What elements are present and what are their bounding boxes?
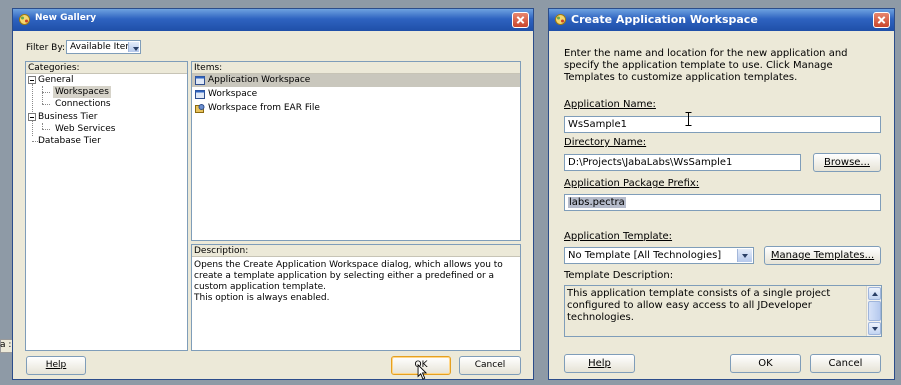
app-name-value: WsSample1: [568, 119, 627, 130]
help-button[interactable]: Help: [26, 356, 86, 375]
scrollbar-thumb[interactable]: [868, 301, 881, 321]
ok-button-label: OK: [758, 358, 773, 369]
cancel-button-label: Cancel: [474, 360, 506, 370]
description-panel: Description: Opens the Create Applicatio…: [191, 244, 521, 351]
description-scrollbar[interactable]: [866, 286, 881, 336]
categories-header: Categories:: [26, 62, 187, 74]
mouse-cursor-icon: [417, 364, 428, 380]
help-button[interactable]: Help: [564, 354, 635, 373]
create-workspace-titlebar[interactable]: Create Application Workspace: [549, 9, 894, 31]
workspace-icon: [195, 90, 205, 99]
template-description-text: This application template consists of a …: [567, 288, 831, 323]
tree-guide: [42, 104, 50, 105]
scroll-up-icon[interactable]: [868, 287, 881, 300]
template-select[interactable]: No Template [All Technologies]: [564, 247, 754, 264]
items-header: Items:: [192, 62, 520, 74]
category-connections[interactable]: Connections: [55, 98, 111, 110]
chevron-down-icon[interactable]: [737, 249, 752, 262]
tree-guide: [42, 86, 43, 104]
dir-name-label: Directory Name:: [564, 137, 647, 148]
cancel-button[interactable]: Cancel: [810, 354, 881, 373]
text-cursor-icon: [685, 112, 692, 126]
browse-button[interactable]: Browse...: [813, 153, 881, 172]
item-workspace[interactable]: Workspace: [192, 88, 520, 101]
tree-guide: [42, 92, 50, 93]
item-label: Workspace from EAR File: [208, 103, 320, 113]
tree-guide: [32, 84, 33, 136]
tree-guide: [42, 129, 50, 130]
new-gallery-dialog: New Gallery Filter By: Available Items C…: [12, 8, 534, 380]
package-prefix-label: Application Package Prefix:: [564, 178, 700, 189]
description-note: This option is always enabled.: [194, 293, 330, 303]
template-description-label: Template Description:: [564, 270, 674, 281]
category-general[interactable]: General: [38, 74, 73, 86]
description-header: Description:: [192, 245, 520, 257]
category-web-services[interactable]: Web Services: [55, 123, 115, 135]
category-workspaces[interactable]: Workspaces: [53, 86, 111, 98]
scroll-down-icon[interactable]: [868, 322, 881, 335]
manage-templates-label: Manage Templates...: [770, 250, 875, 261]
browse-button-label: Browse...: [824, 157, 870, 168]
help-button-label: Help: [45, 360, 67, 370]
categories-panel: Categories: General Workspaces Connectio…: [25, 61, 188, 351]
template-label: Application Template:: [564, 231, 673, 242]
items-panel: Items: Application Workspace Workspace W…: [191, 61, 521, 241]
gallery-icon: [19, 14, 30, 25]
create-workspace-title: Create Application Workspace: [571, 13, 758, 26]
item-application-workspace[interactable]: Application Workspace: [192, 74, 520, 87]
ear-file-icon: [195, 104, 205, 113]
collapse-icon[interactable]: [28, 76, 36, 84]
template-description-box[interactable]: This application template consists of a …: [564, 285, 882, 337]
cancel-button-label: Cancel: [828, 358, 863, 369]
new-gallery-titlebar[interactable]: New Gallery: [13, 9, 533, 31]
cancel-button[interactable]: Cancel: [459, 356, 521, 375]
dir-name-input[interactable]: D:\Projects\JabaLabs\WsSample1: [564, 154, 801, 171]
workspace-icon: [195, 76, 205, 85]
app-name-input[interactable]: WsSample1: [564, 116, 881, 133]
collapse-icon[interactable]: [28, 113, 36, 121]
package-prefix-input[interactable]: labs.pectra: [564, 194, 881, 211]
close-icon[interactable]: [512, 12, 529, 28]
app-name-label: Application Name:: [564, 99, 656, 110]
ok-button[interactable]: OK: [730, 354, 801, 373]
intro-text: Enter the name and location for the new …: [564, 48, 848, 83]
background-fragment-text: a :: [0, 340, 12, 350]
filter-label: Filter By:: [26, 43, 66, 53]
close-icon[interactable]: [873, 12, 890, 28]
dir-name-value: D:\Projects\JabaLabs\WsSample1: [568, 157, 733, 168]
item-workspace-from-ear[interactable]: Workspace from EAR File: [192, 102, 520, 115]
category-database-tier[interactable]: Database Tier: [38, 135, 101, 147]
item-label: Application Workspace: [208, 75, 311, 85]
filter-select[interactable]: Available Items: [66, 40, 141, 54]
description-text: Opens the Create Application Workspace d…: [194, 260, 503, 292]
new-gallery-title: New Gallery: [35, 13, 97, 23]
category-business-tier[interactable]: Business Tier: [38, 111, 98, 123]
template-select-value: No Template [All Technologies]: [568, 250, 722, 261]
item-label: Workspace: [208, 89, 258, 99]
gallery-icon: [555, 14, 566, 25]
manage-templates-button[interactable]: Manage Templates...: [764, 246, 881, 265]
package-prefix-value: labs.pectra: [568, 197, 626, 208]
help-button-label: Help: [588, 358, 611, 369]
chevron-down-icon[interactable]: [128, 42, 139, 52]
create-workspace-dialog: Create Application Workspace Enter the n…: [548, 8, 895, 380]
